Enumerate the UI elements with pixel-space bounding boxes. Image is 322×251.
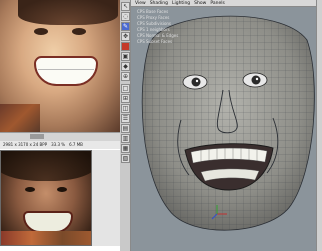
status-zoom: 33.3 % bbox=[51, 142, 66, 147]
menu-show[interactable]: Show bbox=[194, 0, 206, 6]
photo2-hair bbox=[1, 151, 91, 181]
scale-tool-icon[interactable]: ▣ bbox=[121, 52, 130, 61]
layout-render-icon[interactable]: ▧ bbox=[121, 154, 130, 163]
layout-hypershade-icon[interactable]: ▦ bbox=[121, 144, 130, 153]
snap-icon[interactable]: ⊕ bbox=[121, 72, 130, 81]
menu-panels[interactable]: Panels bbox=[210, 0, 224, 6]
photo2-mouth bbox=[23, 211, 73, 233]
3d-viewport[interactable]: View Shading Lighting Show Panels CPS Ba… bbox=[131, 0, 322, 251]
layout-stack-icon[interactable]: ☰ bbox=[121, 114, 130, 123]
status-image-size: 2981 x 3170 x 24 BPP bbox=[3, 142, 48, 147]
photo-hair bbox=[18, 0, 118, 25]
photo-scarf bbox=[0, 104, 40, 132]
viewport-menu-bar: View Shading Lighting Show Panels bbox=[131, 0, 322, 7]
lasso-tool-icon[interactable]: ◌ bbox=[121, 12, 130, 21]
rotate-tool-icon[interactable] bbox=[121, 42, 130, 51]
layout-single-icon[interactable]: □ bbox=[121, 84, 130, 93]
scrollbar-thumb[interactable] bbox=[30, 134, 44, 139]
photo2-scarf bbox=[1, 231, 91, 245]
layout-graph-icon[interactable]: ▥ bbox=[121, 134, 130, 143]
photo-eye-right bbox=[72, 28, 86, 35]
menu-lighting[interactable]: Lighting bbox=[172, 0, 190, 6]
layout-side-icon[interactable]: ◫ bbox=[121, 104, 130, 113]
viewport-overlay-list: CPS Base Faces CPS Proxy Faces CPS Subdi… bbox=[137, 9, 178, 45]
empty-panel bbox=[92, 150, 120, 246]
status-memory: 6.7 MB bbox=[69, 142, 83, 147]
overlay-item: CPS Subset Faces bbox=[137, 39, 173, 44]
photo2-eye-left bbox=[25, 187, 35, 192]
photo2-eye-right bbox=[57, 187, 67, 192]
paint-tool-icon[interactable]: ✎ bbox=[121, 22, 130, 31]
viewport-right-edge bbox=[316, 0, 322, 251]
menu-view[interactable]: View bbox=[135, 0, 146, 6]
menu-shading[interactable]: Shading bbox=[150, 0, 168, 6]
manipulator-icon[interactable]: ◆ bbox=[121, 62, 130, 71]
select-tool-icon[interactable]: ↖ bbox=[121, 2, 130, 11]
layout-four-icon[interactable]: ⊞ bbox=[121, 94, 130, 103]
reference-photo-grimace bbox=[0, 150, 92, 246]
photo-eye-left bbox=[34, 28, 48, 35]
layout-outliner-icon[interactable]: ▤ bbox=[121, 124, 130, 133]
move-tool-icon[interactable]: ✥ bbox=[121, 32, 130, 41]
image-status-bar: 2981 x 3170 x 24 BPP 33.3 % 6.7 MB bbox=[0, 141, 120, 149]
photo-mouth bbox=[34, 56, 98, 86]
reference-photo-smiling bbox=[0, 0, 121, 132]
tool-palette: ↖ ◌ ✎ ✥ ▣ ◆ ⊕ □ ⊞ ◫ ☰ ▤ ▥ ▦ ▧ bbox=[120, 0, 131, 251]
